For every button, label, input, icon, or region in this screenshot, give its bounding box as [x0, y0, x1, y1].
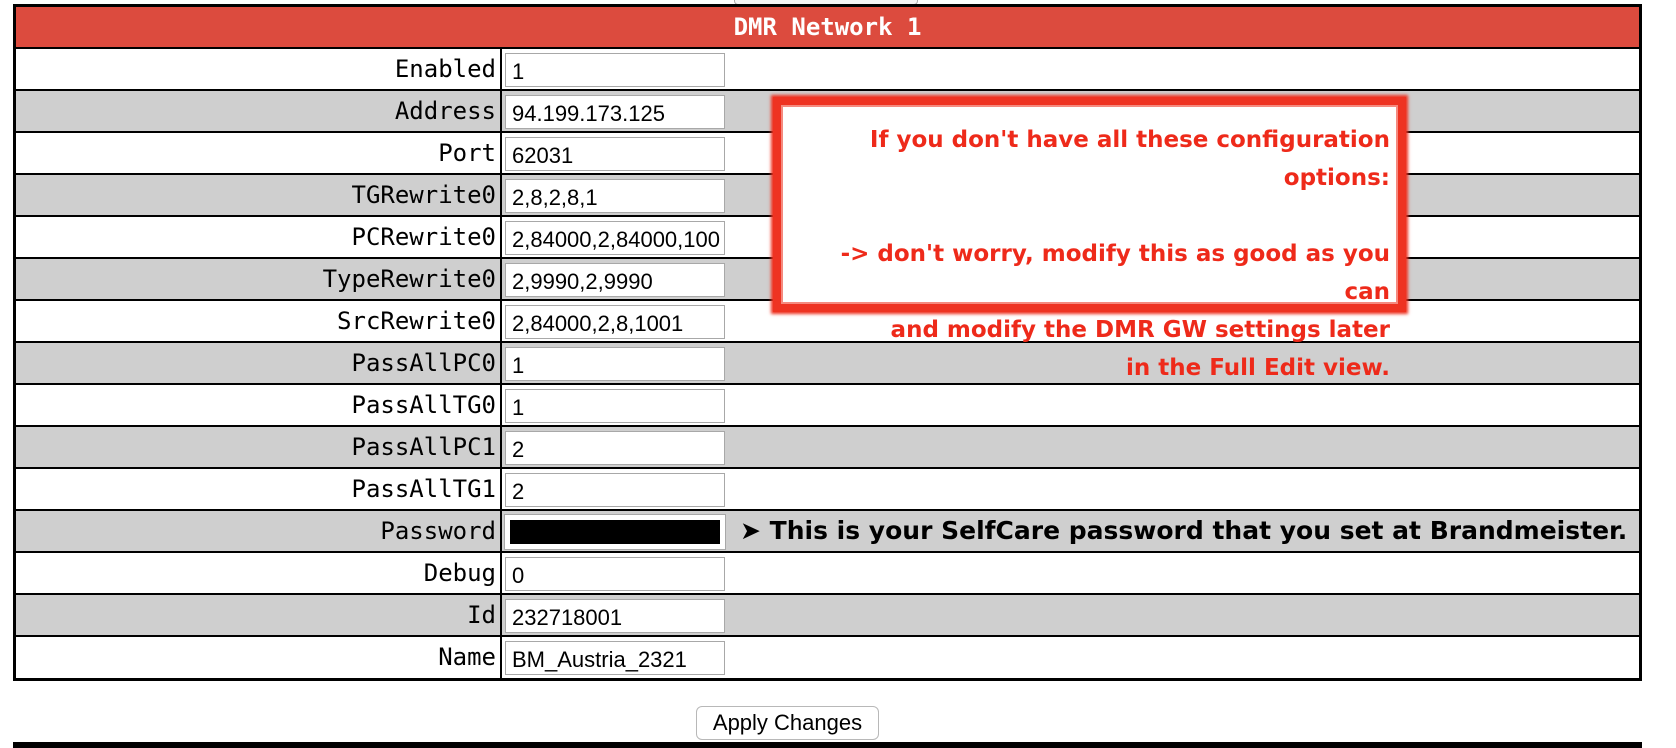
apply-row: Apply Changes: [0, 706, 1676, 740]
section-title: DMR Network 1: [16, 7, 1639, 49]
field-label: PassAllPC0: [16, 343, 502, 383]
field-row-debug: Debug: [16, 553, 1639, 595]
password-input[interactable]: [504, 514, 726, 550]
field-label: Address: [16, 91, 502, 131]
pcrewrite0-input[interactable]: [505, 221, 725, 255]
enabled-input[interactable]: [505, 53, 725, 87]
page: DMR Network 1 Enabled Address Port TGRew…: [0, 0, 1676, 748]
callout-line: and modify the DMR GW settings later: [890, 317, 1390, 343]
field-label: Name: [16, 637, 502, 678]
srcrewrite0-input[interactable]: [505, 305, 725, 339]
tgrewrite0-input[interactable]: [505, 179, 725, 213]
field-label: PassAllPC1: [16, 427, 502, 467]
passallpc0-input[interactable]: [505, 347, 725, 381]
typerewrite0-input[interactable]: [505, 263, 725, 297]
field-row-id: Id: [16, 595, 1639, 637]
field-row-name: Name: [16, 637, 1639, 678]
password-hint: ➤ This is your SelfCare password that yo…: [740, 516, 1628, 545]
port-input[interactable]: [505, 137, 725, 171]
next-section-border: [13, 742, 1642, 748]
field-row-enabled: Enabled: [16, 49, 1639, 91]
field-row-passalltg0: PassAllTG0: [16, 385, 1639, 427]
field-label: TGRewrite0: [16, 175, 502, 215]
field-label: SrcRewrite0: [16, 301, 502, 341]
apply-changes-button[interactable]: Apply Changes: [695, 706, 880, 740]
field-row-passallpc1: PassAllPC1: [16, 427, 1639, 469]
name-input[interactable]: [505, 641, 725, 675]
passalltg0-input[interactable]: [505, 389, 725, 423]
field-label: TypeRewrite0: [16, 259, 502, 299]
passalltg1-input[interactable]: [505, 473, 725, 507]
field-row-passalltg1: PassAllTG1: [16, 469, 1639, 511]
passallpc1-input[interactable]: [505, 431, 725, 465]
field-row-password: Password ➤ This is your SelfCare passwor…: [16, 511, 1639, 553]
callout-line: in the Full Edit view.: [1125, 355, 1390, 381]
id-input[interactable]: [505, 599, 725, 633]
address-input[interactable]: [505, 95, 725, 129]
field-label: Debug: [16, 553, 502, 593]
field-label: Id: [16, 595, 502, 635]
field-label: Enabled: [16, 49, 502, 89]
debug-input[interactable]: [505, 557, 725, 591]
field-label: Port: [16, 133, 502, 173]
callout-line: If you don't have all these configuratio…: [869, 127, 1390, 191]
configuration-callout: If you don't have all these configuratio…: [773, 97, 1406, 381]
callout-line: -> don't worry, modify this as good as y…: [840, 241, 1390, 305]
field-label: PCRewrite0: [16, 217, 502, 257]
field-label: PassAllTG1: [16, 469, 502, 509]
field-label: PassAllTG0: [16, 385, 502, 425]
field-label: Password: [16, 511, 502, 551]
